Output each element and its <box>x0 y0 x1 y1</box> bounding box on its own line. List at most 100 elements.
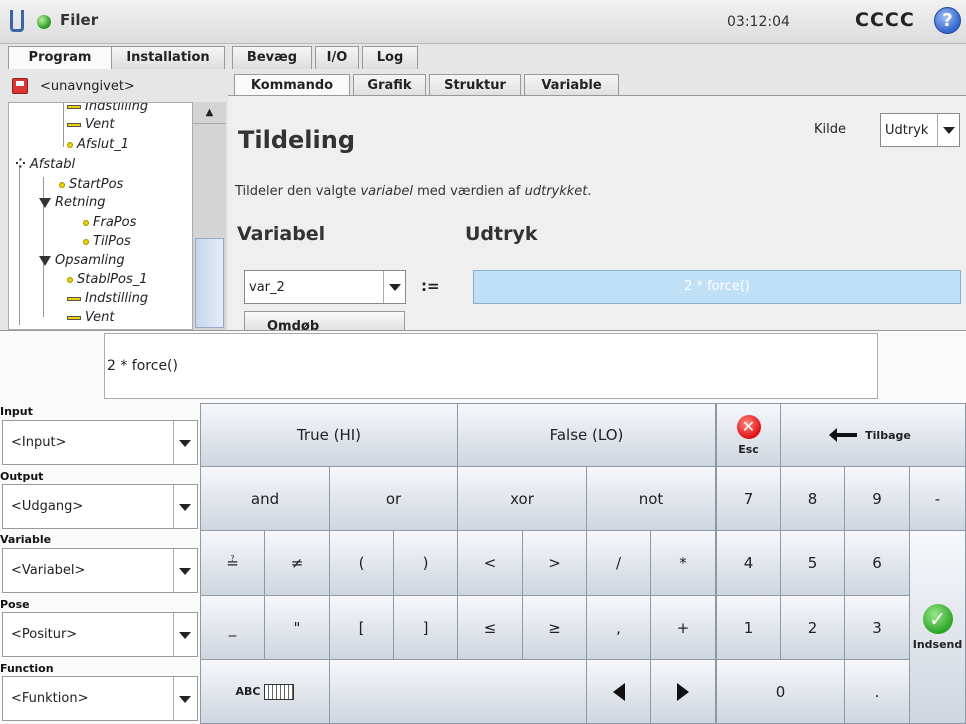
variable-select-value: var_2 <box>249 280 285 295</box>
key-8[interactable]: 8 <box>780 466 845 531</box>
source-select-value: Udtryk <box>885 123 929 138</box>
output-select[interactable]: <Udgang> <box>2 484 198 529</box>
rename-button[interactable]: Omdøb <box>244 311 405 331</box>
space-key[interactable] <box>329 659 587 724</box>
false-lo-key[interactable]: False (LO) <box>457 403 716 467</box>
or-key[interactable]: or <box>329 466 458 531</box>
cursor-right-key[interactable] <box>650 659 716 724</box>
tree-item-vent[interactable]: Vent <box>67 117 114 132</box>
tab-struktur[interactable]: Struktur <box>429 74 521 97</box>
tab-bevaeg[interactable]: Bevæg <box>232 46 312 69</box>
setting-icon <box>67 104 81 109</box>
chevron-down-icon <box>937 114 959 146</box>
tree-item-stablpos[interactable]: StablPos_1 <box>67 272 148 287</box>
save-disk-icon[interactable] <box>12 78 28 94</box>
tree-item-indstilling-2[interactable]: Indstilling <box>67 291 148 306</box>
waypoint-icon <box>67 141 73 148</box>
tree-item-vent-2[interactable]: Vent <box>67 310 114 325</box>
less-equal-key[interactable]: ≤ <box>457 595 523 660</box>
description-text: Tildeler den valgte variabel med værdien… <box>235 184 592 199</box>
tree-item-tilpos[interactable]: TilPos <box>83 234 131 249</box>
tree-scrollbar[interactable]: ▲ <box>192 102 226 330</box>
scroll-up-icon[interactable]: ▲ <box>193 102 226 124</box>
variable-picker[interactable]: <Variabel> <box>2 548 198 593</box>
greater-than-key[interactable]: > <box>522 530 587 596</box>
pose-select-value: <Positur> <box>11 627 78 642</box>
key-9[interactable]: 9 <box>844 466 910 531</box>
variable-heading: Variabel <box>237 223 326 245</box>
key-7[interactable]: 7 <box>716 466 781 531</box>
backspace-button[interactable]: Tilbage <box>780 403 966 467</box>
key-5[interactable]: 5 <box>780 530 845 596</box>
keyboard-toggle-button[interactable]: ABC <box>200 659 330 724</box>
key-1[interactable]: 1 <box>716 595 781 660</box>
tab-installation[interactable]: Installation <box>111 46 225 69</box>
tree-item-afslut[interactable]: Afslut_1 <box>67 137 129 152</box>
variable-picker-value: <Variabel> <box>11 563 86 578</box>
program-file-name: <unavngivet> <box>40 79 135 94</box>
scroll-thumb[interactable] <box>195 238 224 328</box>
tab-io[interactable]: I/O <box>315 46 359 69</box>
tree-item-opsamling[interactable]: Opsamling <box>39 253 125 268</box>
key-4[interactable]: 4 <box>716 530 781 596</box>
pose-select[interactable]: <Positur> <box>2 612 198 657</box>
input-select[interactable]: <Input> <box>2 420 198 465</box>
underscore-key[interactable]: _ <box>200 595 265 660</box>
minus-key[interactable]: - <box>909 466 966 531</box>
plus-key[interactable]: + <box>650 595 716 660</box>
folder-expanded-icon <box>39 255 51 266</box>
submit-button[interactable]: ✓ Indsend <box>909 530 966 724</box>
key-0[interactable]: 0 <box>716 659 845 724</box>
expression-input[interactable]: 2 * force() <box>104 333 878 399</box>
expression-heading: Udtryk <box>465 223 538 245</box>
arrow-left-icon <box>612 682 625 701</box>
key-3[interactable]: 3 <box>844 595 910 660</box>
rparen-key[interactable]: ) <box>393 530 458 596</box>
equals-key[interactable]: ≟ <box>200 530 265 596</box>
source-select[interactable]: Udtryk <box>880 113 960 147</box>
submit-label: Indsend <box>912 637 963 651</box>
cursor-left-key[interactable] <box>586 659 651 724</box>
tab-program[interactable]: Program <box>8 46 112 69</box>
lparen-key[interactable]: ( <box>329 530 394 596</box>
function-select-value: <Funktion> <box>11 691 89 706</box>
less-than-key[interactable]: < <box>457 530 523 596</box>
decimal-key[interactable]: . <box>844 659 910 724</box>
rbracket-key[interactable]: ] <box>393 595 458 660</box>
key-2[interactable]: 2 <box>780 595 845 660</box>
chevron-down-icon <box>173 613 197 656</box>
comma-key[interactable]: , <box>586 595 651 660</box>
esc-button[interactable]: ✕ Esc <box>716 403 781 467</box>
and-key[interactable]: and <box>200 466 330 531</box>
command-panel: Tildeling Kilde Udtryk Tildeler den valg… <box>228 95 966 331</box>
tree-item-retning[interactable]: Retning <box>39 195 105 210</box>
tab-variable[interactable]: Variable <box>524 74 619 97</box>
files-menu[interactable]: Filer <box>60 11 98 29</box>
quote-key[interactable]: " <box>264 595 330 660</box>
tab-kommando[interactable]: Kommando <box>234 74 350 97</box>
expression-field[interactable]: 2 * force() <box>473 270 961 304</box>
not-equal-key[interactable]: ≠ <box>264 530 330 596</box>
help-icon[interactable]: ? <box>934 7 961 34</box>
key-6[interactable]: 6 <box>844 530 910 596</box>
greater-equal-key[interactable]: ≥ <box>522 595 587 660</box>
input-select-value: <Input> <box>11 435 67 450</box>
tab-log[interactable]: Log <box>362 46 418 69</box>
true-hi-key[interactable]: True (HI) <box>200 403 458 467</box>
lbracket-key[interactable]: [ <box>329 595 394 660</box>
not-key[interactable]: not <box>586 466 716 531</box>
function-select[interactable]: <Funktion> <box>2 676 198 721</box>
tree-item-indstilling[interactable]: Indstilling <box>67 103 148 114</box>
tree-item-startpos[interactable]: StartPos <box>59 177 123 192</box>
file-row[interactable]: <unavngivet> <box>8 72 226 102</box>
page-title: Tildeling <box>238 126 355 154</box>
tree-item-afstabl[interactable]: ⁘ Afstabl <box>15 157 75 172</box>
setting-icon <box>67 296 81 301</box>
xor-key[interactable]: xor <box>457 466 587 531</box>
multiply-key[interactable]: * <box>650 530 716 596</box>
divide-key[interactable]: / <box>586 530 651 596</box>
tab-grafik[interactable]: Grafik <box>353 74 426 97</box>
variable-select[interactable]: var_2 <box>244 270 406 304</box>
chevron-down-icon <box>173 485 197 528</box>
tree-item-frapos[interactable]: FraPos <box>83 215 136 230</box>
